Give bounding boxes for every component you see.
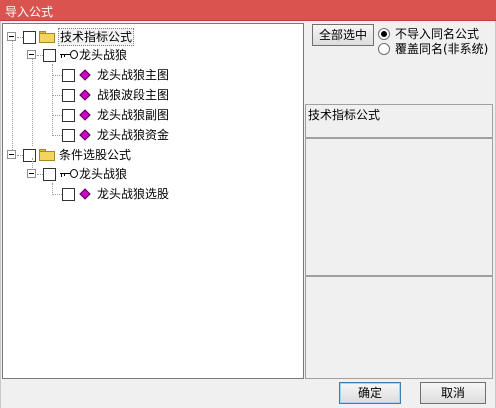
tree-node-label[interactable]: 技术指标公式 [58,28,135,46]
tree-leaf-label[interactable]: 龙头战狼资金 [97,126,169,144]
checkbox[interactable] [23,149,36,162]
collapse-icon[interactable] [27,50,36,59]
checkbox[interactable] [43,168,56,181]
tree-connector [52,75,62,76]
collapse-icon[interactable] [7,150,16,159]
tree-connector [52,115,62,116]
checkbox[interactable] [43,49,56,62]
checkbox[interactable] [23,31,36,44]
folder-icon [39,31,55,43]
info-description-panel [305,138,493,276]
radio-overwrite[interactable] [378,43,390,55]
checkbox[interactable] [62,69,75,82]
tree-node-stock-formula[interactable]: 条件选股公式 [3,146,303,164]
info-extra-panel [305,276,493,379]
tree-node-group[interactable]: 龙头战狼 [3,165,303,183]
tree-leaf[interactable]: 龙头战狼资金 [3,126,303,144]
tree-node-label[interactable]: 龙头战狼 [79,46,127,64]
tree-leaf-label[interactable]: 龙头战狼副图 [97,106,169,124]
checkbox[interactable] [62,188,75,201]
checkbox[interactable] [62,109,75,122]
tree-node-label[interactable]: 条件选股公式 [59,146,131,164]
title-bar: 导入公式 [0,0,496,21]
radio-no-import[interactable] [378,28,390,40]
tree-leaf[interactable]: 龙头战狼主图 [3,66,303,84]
radio-label-no-import[interactable]: 不导入同名公式 [395,27,479,41]
tree-connector [52,194,62,195]
tree-leaf-label[interactable]: 龙头战狼选股 [97,185,169,203]
key-icon [60,50,78,60]
folder-icon [39,149,55,161]
info-title-panel: 技术指标公式 [305,104,493,138]
checkbox[interactable] [62,89,75,102]
formula-icon [79,109,91,121]
checkbox[interactable] [62,129,75,142]
formula-tree[interactable]: 技术指标公式 龙头战狼 龙头战狼主图 战狼波段主图 龙头战狼副图 龙头战狼资金 [2,23,304,379]
tree-connector [52,95,62,96]
tree-node-label[interactable]: 龙头战狼 [79,165,127,183]
key-icon [60,169,78,179]
collapse-icon[interactable] [7,32,16,41]
info-title: 技术指标公式 [308,108,381,122]
formula-icon [79,69,91,81]
tree-node-tech-formula[interactable]: 技术指标公式 [3,28,303,46]
ok-button[interactable]: 确定 [339,382,401,404]
tree-leaf[interactable]: 战狼波段主图 [3,86,303,104]
formula-icon [79,188,91,200]
window-title: 导入公式 [5,5,54,19]
tree-leaf-label[interactable]: 龙头战狼主图 [97,66,169,84]
collapse-icon[interactable] [27,169,36,178]
tree-connector [52,135,62,136]
formula-icon [79,129,91,141]
select-all-button[interactable]: 全部选中 [312,24,374,46]
radio-label-overwrite[interactable]: 覆盖同名(非系统) [395,42,488,56]
formula-icon [79,89,91,101]
tree-node-group[interactable]: 龙头战狼 [3,46,303,64]
cancel-button[interactable]: 取消 [420,382,486,404]
tree-leaf-label[interactable]: 战狼波段主图 [97,86,169,104]
tree-leaf[interactable]: 龙头战狼选股 [3,185,303,203]
tree-leaf[interactable]: 龙头战狼副图 [3,106,303,124]
